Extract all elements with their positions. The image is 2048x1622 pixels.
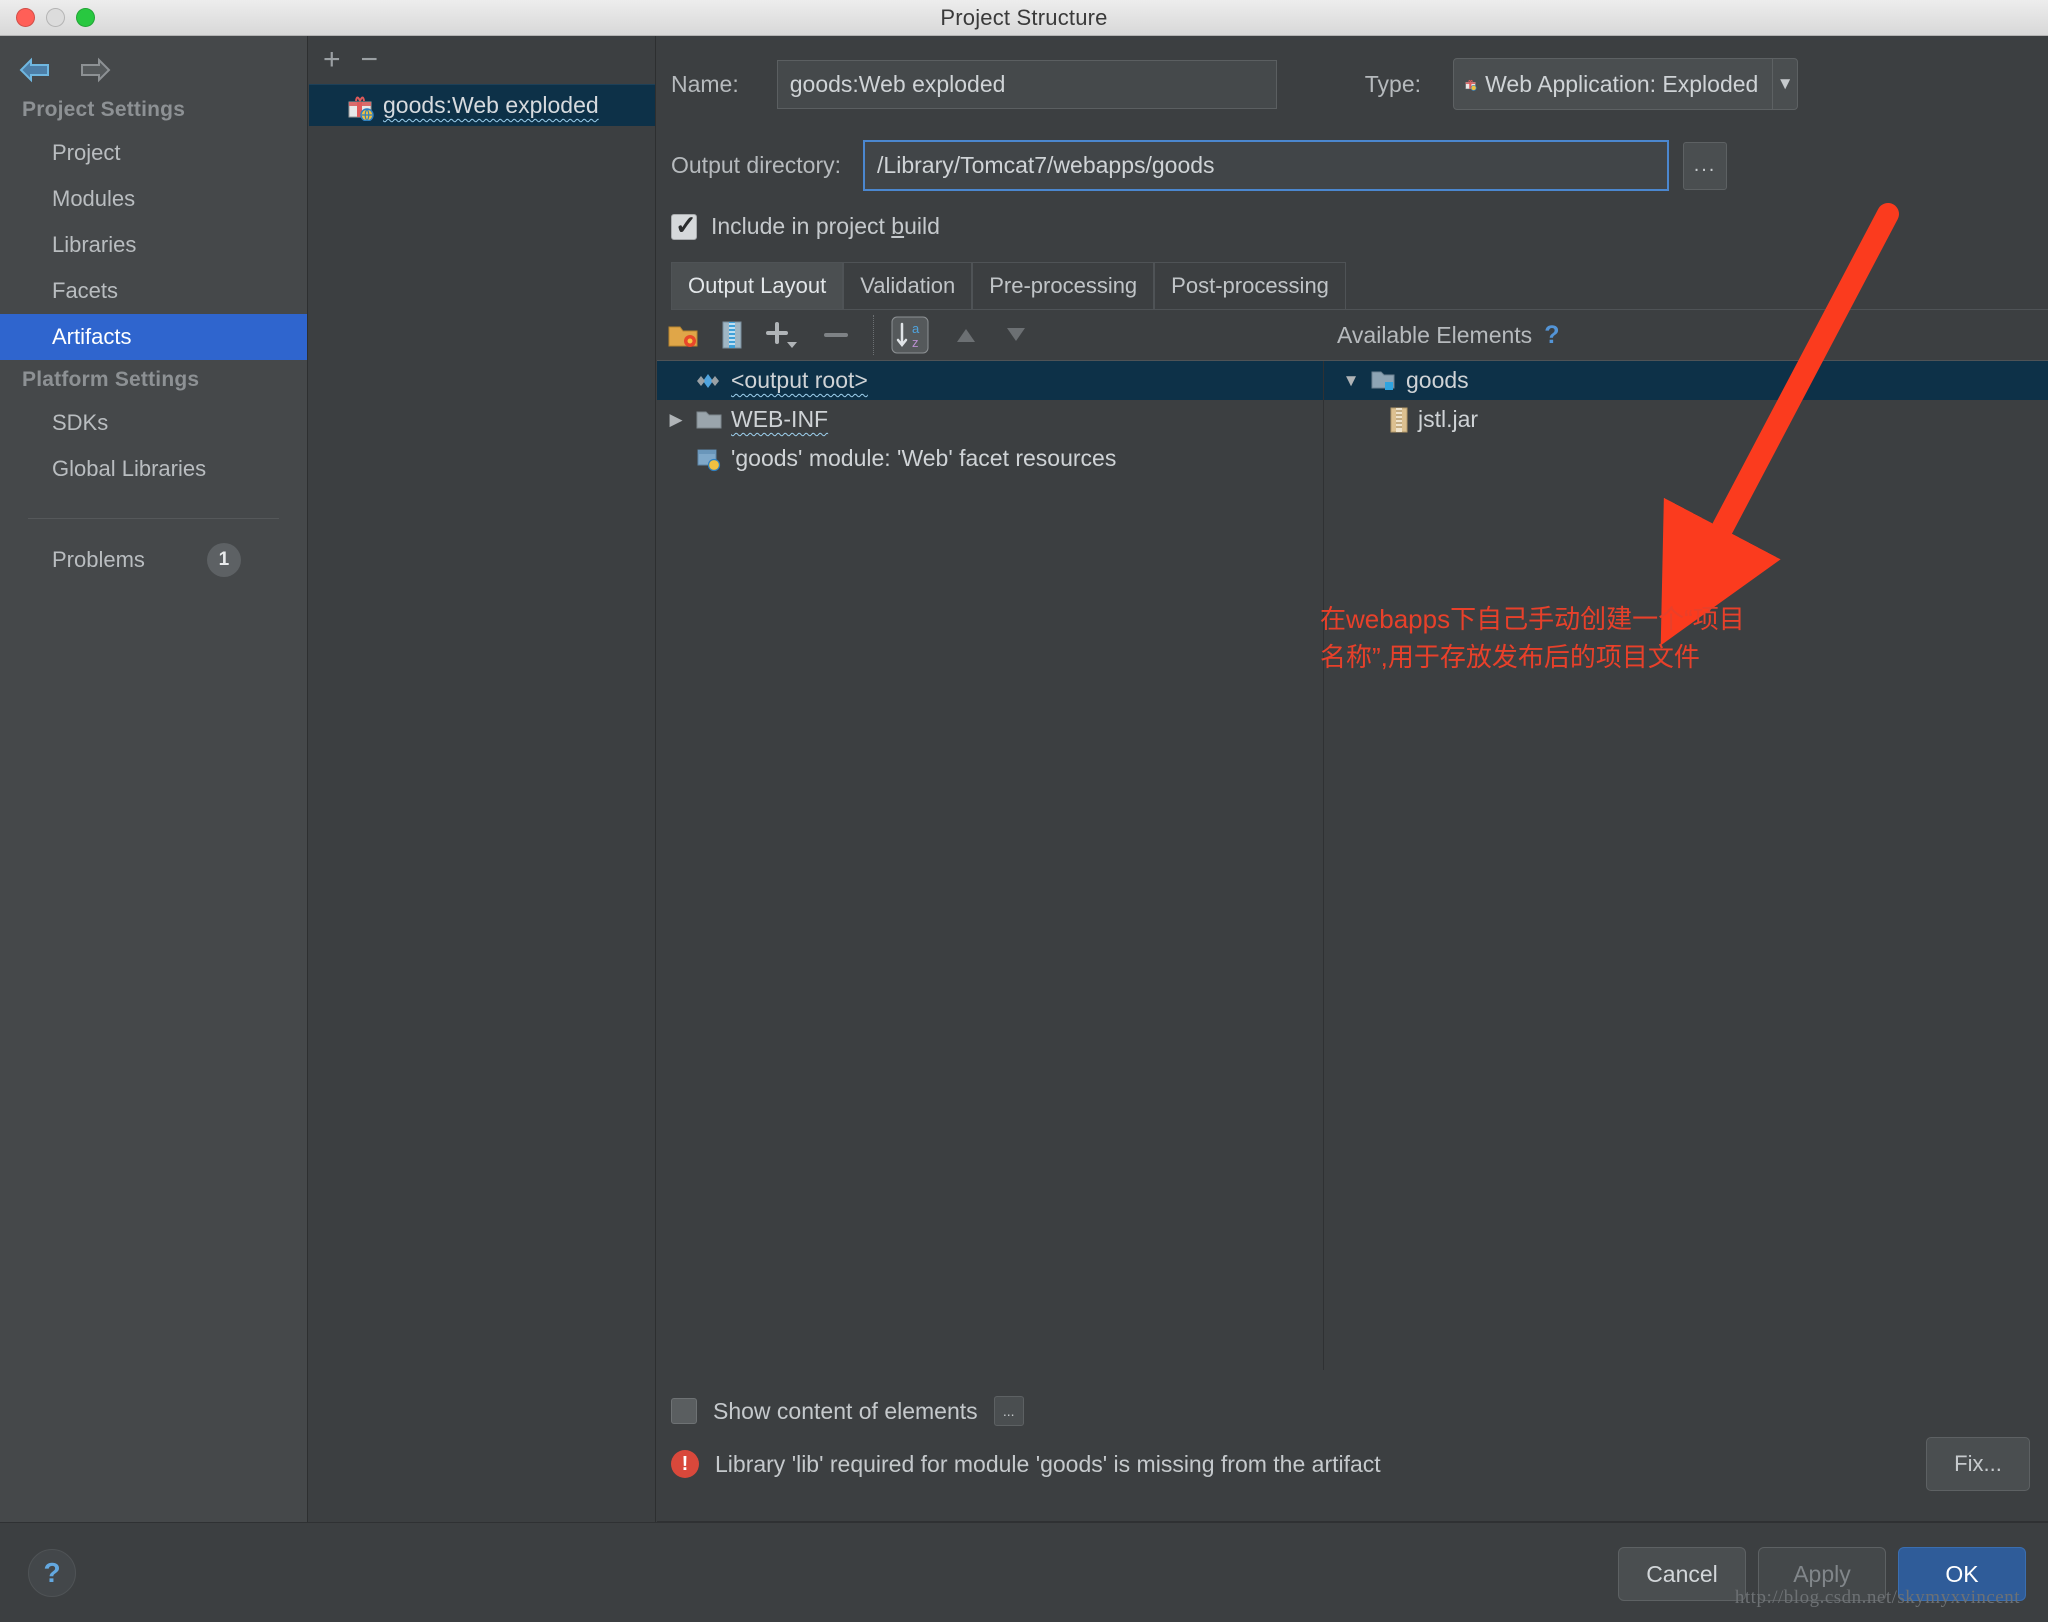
svg-text:z: z	[912, 335, 919, 350]
move-down-icon	[1002, 323, 1030, 347]
sidebar-nav-buttons	[0, 36, 307, 90]
new-directory-icon[interactable]	[667, 321, 699, 349]
detail-tabs: Output Layout Validation Pre-processing …	[657, 262, 2048, 309]
sidebar-item-global-libraries[interactable]: Global Libraries	[0, 446, 307, 492]
watermark-text: http://blog.csdn.net/skymyxvincent	[1734, 1587, 2020, 1608]
include-in-build-row[interactable]: Include in project build	[657, 191, 2048, 241]
layout-trees: <output root> ▶ WEB-INF 'goods' module: …	[657, 360, 2048, 1370]
available-elements-header: Available Elements ?	[1337, 321, 1559, 350]
available-elements-label: Available Elements	[1337, 321, 1533, 348]
tree-row-label: jstl.jar	[1418, 406, 1479, 432]
remove-artifact-icon[interactable]: −	[361, 45, 379, 75]
add-artifact-icon[interactable]: +	[323, 45, 341, 75]
sidebar-item-project[interactable]: Project	[0, 130, 307, 176]
tab-post-processing[interactable]: Post-processing	[1154, 262, 1346, 309]
tab-output-layout[interactable]: Output Layout	[671, 262, 844, 309]
tree-row[interactable]: <output root>	[657, 361, 1323, 400]
artifact-list-pane: + − goods:Web exploded	[309, 36, 656, 1522]
output-layout-tree: <output root> ▶ WEB-INF 'goods' module: …	[657, 361, 1324, 1370]
tree-row-label: WEB-INF	[731, 406, 829, 432]
tree-row[interactable]: 'goods' module: 'Web' facet resources	[657, 439, 1323, 478]
back-arrow-icon[interactable]	[18, 57, 52, 83]
tree-row-label: <output root>	[731, 367, 868, 393]
tree-row[interactable]: ▼ goods	[1324, 361, 2048, 400]
forward-arrow-icon	[81, 57, 111, 83]
facet-resources-icon	[697, 449, 721, 471]
annotation-line-1: 在webapps下自己手动创建一个“项目	[1320, 604, 1745, 634]
annotation-line-2: 名称”,用于存放发布后的项目文件	[1320, 642, 1700, 672]
available-elements-tree: ▼ goods jstl.jar	[1324, 361, 2048, 1370]
sidebar-group-platform-settings: Platform Settings	[22, 368, 200, 391]
include-in-build-label: Include in project build	[711, 213, 940, 239]
output-directory-input[interactable]	[863, 140, 1670, 191]
window-titlebar: Project Structure	[0, 0, 2048, 36]
expand-caret[interactable]: ▶	[665, 410, 687, 430]
sidebar-group-project-settings: Project Settings	[22, 98, 186, 121]
dialog-footer: ? Cancel Apply OK http://blog.csdn.net/s…	[0, 1522, 2048, 1622]
list-item-label: goods:Web exploded	[383, 92, 599, 118]
tree-row-label: 'goods' module: 'Web' facet resources	[731, 445, 1117, 471]
output-root-icon	[697, 373, 719, 388]
include-in-build-checkbox[interactable]	[671, 210, 697, 241]
tab-pre-processing[interactable]: Pre-processing	[972, 262, 1155, 309]
add-copy-icon[interactable]	[765, 320, 799, 350]
jar-icon	[1390, 407, 1408, 432]
sidebar-item-modules[interactable]: Modules	[0, 176, 307, 222]
help-button[interactable]: ?	[28, 1549, 76, 1597]
chevron-down-icon[interactable]: ▼	[1772, 59, 1797, 109]
cancel-button[interactable]: Cancel	[1618, 1547, 1746, 1601]
output-layout-toolbar: a z Available Elements ?	[657, 310, 2048, 360]
fix-button[interactable]: Fix...	[1926, 1437, 2030, 1491]
artifact-type-value: Web Application: Exploded	[1485, 70, 1759, 97]
show-content-options-button[interactable]: ...	[993, 1396, 1024, 1426]
artifact-name-input[interactable]	[776, 59, 1277, 109]
show-content-label: Show content of elements	[713, 1397, 978, 1424]
name-type-row: Name: Type: Web Application: Exploded ▼	[657, 36, 2048, 110]
tree-row-label: goods	[1406, 367, 1469, 393]
sidebar-item-libraries[interactable]: Libraries	[0, 222, 307, 268]
create-archive-icon[interactable]	[721, 320, 743, 350]
sidebar-divider	[28, 518, 279, 519]
artifact-type-dropdown[interactable]: Web Application: Exploded ▼	[1453, 58, 1799, 110]
list-item[interactable]: goods:Web exploded	[309, 84, 655, 126]
artifact-error-row: ! Library 'lib' required for module 'goo…	[657, 1437, 2048, 1491]
module-folder-icon	[1371, 371, 1395, 390]
collapse-caret[interactable]: ▼	[1340, 371, 1362, 391]
output-directory-label: Output directory:	[671, 152, 842, 178]
output-directory-row: Output directory: ...	[657, 110, 2048, 191]
folder-icon	[696, 411, 722, 428]
help-question-icon[interactable]: ?	[1544, 321, 1559, 350]
sidebar-item-artifacts[interactable]: Artifacts	[0, 314, 307, 360]
tree-row[interactable]: jstl.jar	[1324, 400, 2048, 439]
sort-alphabetically-icon[interactable]: a z	[873, 315, 930, 355]
show-content-row[interactable]: Show content of elements ...	[657, 1370, 2048, 1426]
window-title: Project Structure	[940, 4, 1108, 30]
artifact-gift-icon	[348, 96, 374, 121]
error-icon: !	[671, 1450, 699, 1478]
settings-sidebar: Project Settings Project Modules Librari…	[0, 36, 308, 1522]
problems-label: Problems	[52, 547, 145, 572]
show-content-checkbox[interactable]	[671, 1398, 697, 1424]
project-structure-window: Project Structure Project Settings Proje…	[0, 0, 2048, 1622]
type-label: Type:	[1364, 70, 1422, 97]
move-up-icon	[952, 323, 980, 347]
name-label: Name:	[671, 70, 739, 97]
svg-text:a: a	[912, 321, 920, 336]
sidebar-item-facets[interactable]: Facets	[0, 268, 307, 314]
sidebar-item-sdks[interactable]: SDKs	[0, 400, 307, 446]
artifact-gift-icon	[1465, 79, 1477, 91]
tree-row[interactable]: ▶ WEB-INF	[657, 400, 1323, 439]
browse-output-directory-button[interactable]: ...	[1683, 141, 1728, 190]
remove-icon	[821, 320, 851, 350]
artifact-detail-pane: Name: Type: Web Application: Exploded ▼ …	[657, 36, 2048, 1522]
sidebar-item-problems[interactable]: Problems 1	[0, 539, 307, 577]
artifact-list-toolbar: + −	[309, 36, 655, 84]
error-message: Library 'lib' required for module 'goods…	[715, 1450, 1381, 1477]
problems-count-badge: 1	[206, 543, 241, 577]
tab-validation[interactable]: Validation	[843, 262, 973, 309]
annotation-text: 在webapps下自己手动创建一个“项目 名称”,用于存放发布后的项目文件	[1320, 600, 1820, 676]
